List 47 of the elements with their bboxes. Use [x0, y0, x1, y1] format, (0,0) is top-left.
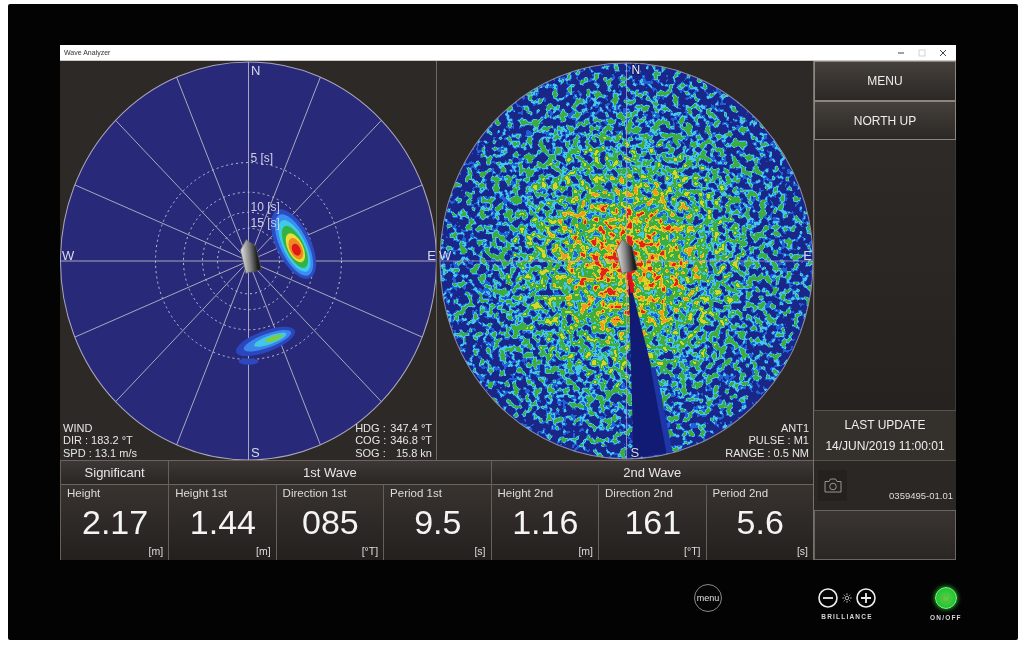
radar-info-text: ANT1: [780, 421, 809, 434]
unit-label: [s]: [474, 545, 486, 557]
panel-button[interactable]: MENU: [814, 61, 956, 101]
group-header: 2nd Wave: [491, 461, 813, 485]
unit-label: [m]: [256, 545, 271, 557]
menu-key[interactable]: menu: [694, 584, 722, 612]
cell-label: Direction 1st: [282, 487, 347, 499]
blank-button[interactable]: [814, 510, 956, 560]
cell-label: Height 2nd: [497, 487, 554, 499]
camera-icon: [823, 478, 842, 493]
version-text: 0359495-01.01: [889, 490, 953, 501]
cell-label: Direction 2nd: [605, 487, 673, 499]
radar-info-text: RANGE : 0.5 NM: [725, 446, 809, 459]
panel-button[interactable]: NORTH UP: [814, 101, 956, 140]
cell-value: 161: [624, 505, 682, 539]
unit-label: [m]: [148, 545, 164, 557]
power-icon: [940, 593, 951, 603]
sun-icon: [842, 593, 852, 603]
plus-icon[interactable]: [856, 588, 876, 608]
unit-label: [s]: [796, 545, 808, 557]
close-icon[interactable]: [939, 48, 947, 57]
compass-label: E: [803, 248, 812, 263]
cell-value: 5.6: [736, 505, 784, 539]
minus-icon[interactable]: [818, 588, 838, 608]
group-header: 1st Wave: [169, 461, 491, 485]
unit-label: [°T]: [684, 545, 701, 557]
compass-label: N: [631, 63, 641, 77]
compass-label: S: [630, 445, 640, 460]
radar-info-text: PULSE : M1: [748, 434, 809, 447]
cell-label: Period 1st: [390, 487, 442, 499]
cell-value: 9.5: [414, 505, 462, 539]
last-update-label: LAST UPDATE: [844, 417, 926, 432]
cell-label: Height 1st: [175, 487, 227, 499]
group-header: Significant: [61, 461, 169, 485]
ship-icon: [616, 239, 638, 274]
cell-value: 085: [301, 505, 359, 539]
cell-label: Height: [67, 487, 101, 499]
unit-label: [°T]: [361, 545, 379, 557]
cell-value: 2.17: [81, 505, 149, 539]
last-update-time: 14/JUN/2019 11:00:01: [825, 439, 945, 454]
unit-label: [m]: [578, 545, 594, 557]
cell-value: 1.44: [189, 505, 256, 539]
compass-label: W: [439, 248, 452, 263]
camera-button[interactable]: [818, 470, 847, 501]
cell-value: 1.16: [512, 505, 579, 539]
cell-label: Period 2nd: [712, 487, 769, 499]
power-button[interactable]: [934, 587, 957, 609]
